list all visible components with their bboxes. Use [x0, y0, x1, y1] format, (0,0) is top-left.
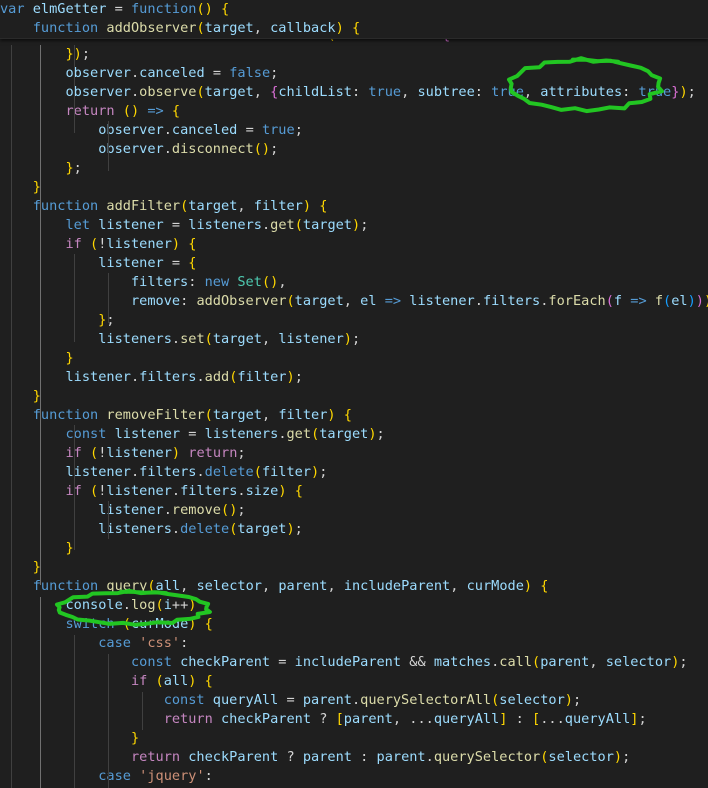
code-line-22[interactable]: listener.filters.delete(filter); [0, 463, 708, 482]
code-line-14[interactable]: }; [0, 311, 708, 330]
code-line-21[interactable]: if (!listener) return; [0, 444, 708, 463]
code-line-11[interactable]: listener = { [0, 254, 708, 273]
code-editor[interactable]: const observer = new MutationObs(mutatio… [0, 0, 708, 788]
code-line-5[interactable]: observer.disconnect(); [0, 140, 708, 159]
code-line-37[interactable]: return checkParent ? parent : parent.que… [0, 748, 708, 767]
code-line-4[interactable]: observer.canceled = true; [0, 121, 708, 140]
code-line-18[interactable]: } [0, 387, 708, 406]
code-line-6[interactable]: }; [0, 159, 708, 178]
clipped-code-line-bottom[interactable]: case 'jquery': [0, 767, 708, 786]
code-line-10[interactable]: if (!listener) { [0, 235, 708, 254]
code-line-28[interactable]: function query(all, selector, parent, in… [0, 577, 708, 596]
code-line-13[interactable]: remove: addObserver(target, el => listen… [0, 292, 708, 311]
code-line-1[interactable]: observer.canceled = false; [0, 64, 708, 83]
code-line-0[interactable]: }); [0, 45, 708, 64]
code-line-35[interactable]: return checkParent ? [parent, ...queryAl… [0, 710, 708, 729]
code-line-3[interactable]: return () => { [0, 102, 708, 121]
code-line-26[interactable]: } [0, 539, 708, 558]
code-line-32[interactable]: const checkParent = includeParent && mat… [0, 653, 708, 672]
code-line-27[interactable]: } [0, 558, 708, 577]
code-line-36[interactable]: } [0, 729, 708, 748]
code-line-20[interactable]: const listener = listeners.get(target); [0, 425, 708, 444]
code-line-24[interactable]: listener.remove(); [0, 501, 708, 520]
sticky-scroll-header[interactable]: var elmGetter = function() { function ad… [0, 0, 708, 39]
sticky-line-1[interactable]: function addObserver(target, callback) { [0, 19, 708, 38]
code-line-12[interactable]: filters: new Set(), [0, 273, 708, 292]
code-line-29[interactable]: console.log(i++) [0, 596, 708, 615]
code-line-2[interactable]: observer.observe(target, {childList: tru… [0, 83, 708, 102]
code-line-23[interactable]: if (!listener.filters.size) { [0, 482, 708, 501]
code-line-25[interactable]: listeners.delete(target); [0, 520, 708, 539]
code-line-17[interactable]: listener.filters.add(filter); [0, 368, 708, 387]
code-line-9[interactable]: let listener = listeners.get(target); [0, 216, 708, 235]
code-line-8[interactable]: function addFilter(target, filter) { [0, 197, 708, 216]
code-line-31[interactable]: case 'css': [0, 634, 708, 653]
code-line-30[interactable]: switch (curMode) { [0, 615, 708, 634]
sticky-line-0[interactable]: var elmGetter = function() { [0, 0, 708, 19]
code-line-33[interactable]: if (all) { [0, 672, 708, 691]
code-line-15[interactable]: listeners.set(target, listener); [0, 330, 708, 349]
code-line-16[interactable]: } [0, 349, 708, 368]
code-line-7[interactable]: } [0, 178, 708, 197]
code-line-19[interactable]: function removeFilter(target, filter) { [0, 406, 708, 425]
code-line-34[interactable]: const queryAll = parent.querySelectorAll… [0, 691, 708, 710]
